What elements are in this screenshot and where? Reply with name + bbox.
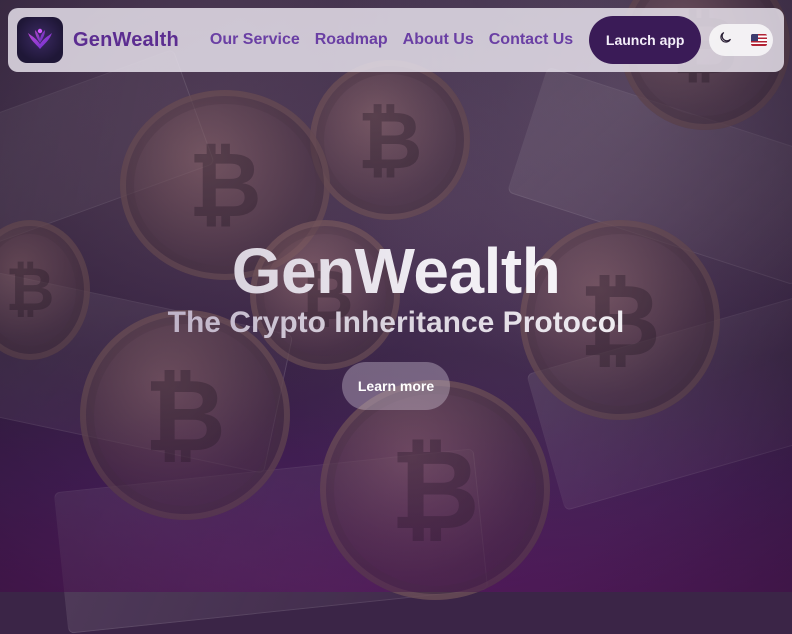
brand-home-link[interactable]: GenWealth <box>17 17 179 63</box>
theme-language-switcher <box>709 24 774 56</box>
moon-icon[interactable] <box>718 31 732 50</box>
nav-link-about-us[interactable]: About Us <box>403 31 474 49</box>
hero-title: GenWealth <box>0 234 792 308</box>
nav-link-our-service[interactable]: Our Service <box>210 31 300 49</box>
nav-link-contact-us[interactable]: Contact Us <box>489 31 573 49</box>
top-navbar: GenWealth Our Service Roadmap About Us C… <box>8 8 784 72</box>
launch-app-button[interactable]: Launch app <box>589 16 702 64</box>
nav-links: Our Service Roadmap About Us Contact Us <box>210 31 588 49</box>
hero-subtitle: The Crypto Inheritance Protocol <box>0 306 792 340</box>
learn-more-button[interactable]: Learn more <box>342 362 450 410</box>
genwealth-logo-icon <box>17 17 63 63</box>
us-flag-icon[interactable] <box>751 34 768 46</box>
brand-name: GenWealth <box>73 28 179 51</box>
nav-link-roadmap[interactable]: Roadmap <box>315 31 388 49</box>
